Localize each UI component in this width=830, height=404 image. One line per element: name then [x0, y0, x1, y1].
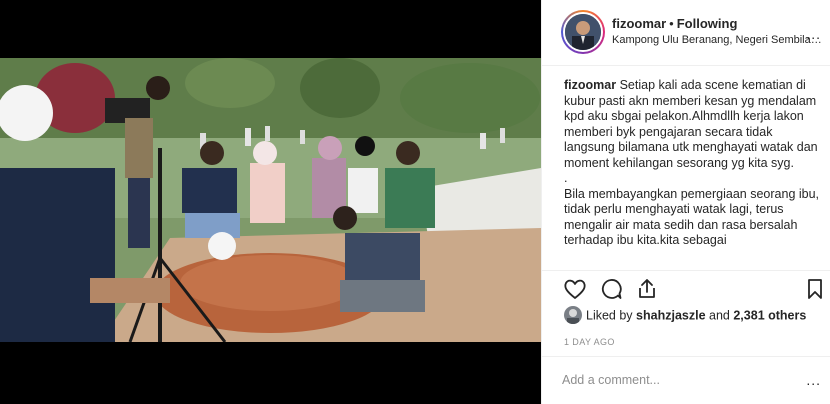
header-username[interactable]: fizoomar	[612, 16, 666, 31]
location-link[interactable]: Kampong Ulu Beranang, Negeri Sembilan,..…	[612, 34, 824, 46]
action-bar	[542, 276, 830, 304]
heart-icon[interactable]	[562, 276, 588, 302]
post-caption: fizoomar Setiap kali ada scene kematian …	[564, 78, 820, 270]
divider	[542, 270, 830, 271]
post-photo[interactable]	[0, 58, 541, 342]
liker-username[interactable]: shahzjaszle	[636, 308, 705, 322]
post-sidebar: fizoomar • Following Kampong Ulu Beranang,…	[541, 0, 830, 404]
following-button[interactable]: Following	[677, 16, 738, 31]
comment-bar: ...	[542, 356, 830, 404]
header-line: fizoomar • Following	[612, 16, 737, 31]
header-separator: •	[669, 16, 674, 31]
comment-icon[interactable]	[598, 276, 624, 302]
bookmark-icon[interactable]	[802, 276, 828, 302]
post-media	[0, 0, 541, 404]
story-ring[interactable]	[561, 10, 605, 54]
more-options-icon[interactable]: ...	[806, 27, 821, 41]
likes-prefix: Liked by	[586, 308, 633, 323]
caption-separator: .	[564, 171, 568, 185]
likes-count-link[interactable]: 2,381 others	[733, 308, 806, 322]
post-header: fizoomar • Following Kampong Ulu Beranang,…	[542, 0, 830, 66]
caption-username[interactable]: fizoomar	[564, 78, 616, 92]
comment-input[interactable]	[562, 371, 792, 389]
comment-options-icon[interactable]: ...	[806, 372, 821, 388]
cemetery-scene-image	[0, 58, 541, 342]
caption-paragraph-1: fizoomar Setiap kali ada scene kematian …	[564, 78, 820, 171]
post-timestamp[interactable]: 1 DAY AGO	[564, 337, 615, 347]
likes-and: and	[709, 308, 730, 323]
likes-summary: Liked by shahzjaszle and 2,381 others	[564, 306, 806, 325]
caption-text-2: Bila membayangkan pemergiaan seorang ibu…	[564, 186, 820, 248]
avatar[interactable]	[563, 12, 603, 52]
liker-avatar[interactable]	[564, 306, 582, 324]
share-icon[interactable]	[634, 276, 660, 302]
